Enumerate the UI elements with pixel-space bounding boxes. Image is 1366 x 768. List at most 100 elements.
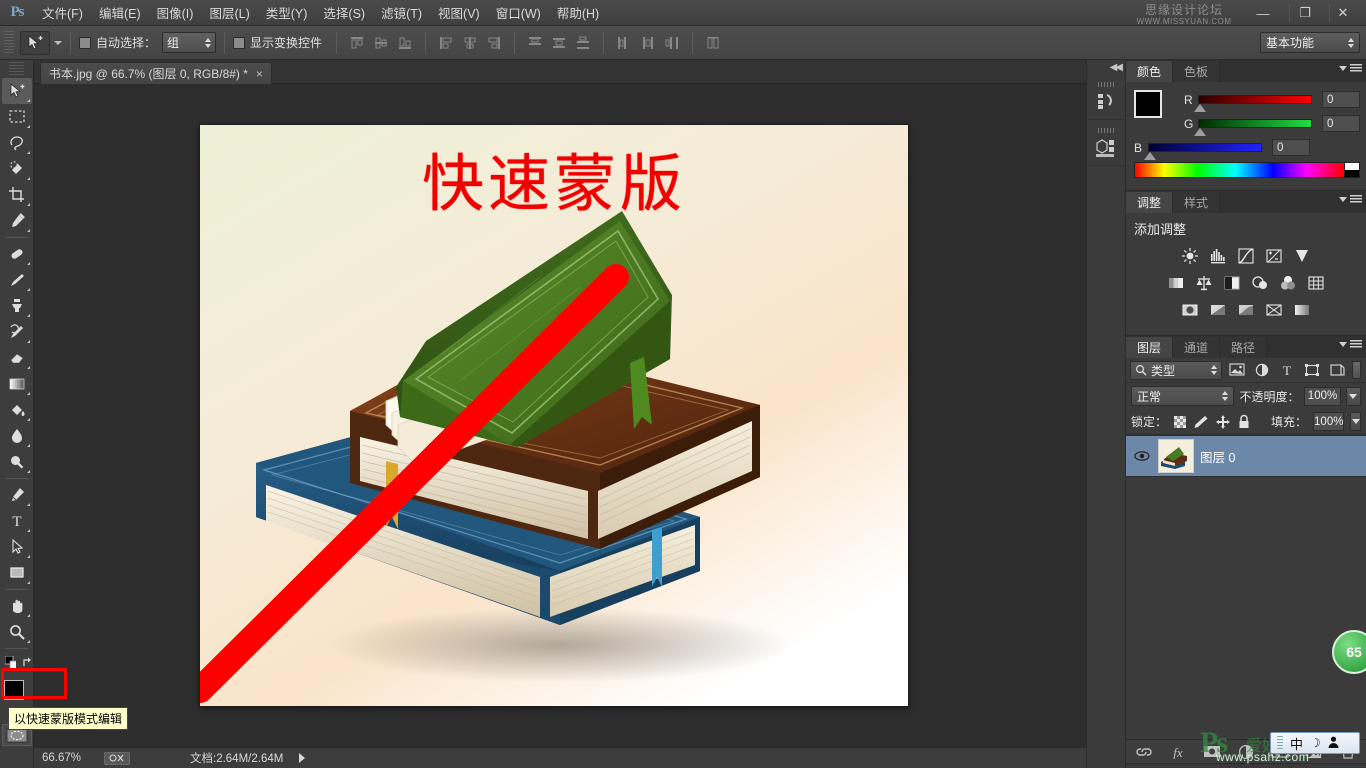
window-minimize-button[interactable]: — <box>1248 0 1278 26</box>
gradient-map-icon[interactable] <box>1263 300 1285 320</box>
distribute-vertical-center-icon[interactable] <box>548 32 570 54</box>
hand-tool[interactable] <box>2 593 32 619</box>
green-slider-thumb[interactable] <box>1194 128 1206 136</box>
green-value-field[interactable]: 0 <box>1322 115 1360 132</box>
distribute-bottom-icon[interactable] <box>572 32 594 54</box>
spectrum-white-black-swatch[interactable] <box>1345 162 1360 178</box>
spot-healing-brush-tool[interactable] <box>2 241 32 267</box>
show-transform-controls-checkbox[interactable] <box>233 36 246 49</box>
menu-file[interactable]: 文件(F) <box>34 0 91 26</box>
green-slider[interactable] <box>1194 119 1312 136</box>
curves-icon[interactable] <box>1235 246 1257 266</box>
zoom-tool[interactable] <box>2 619 32 645</box>
layer-name[interactable]: 图层 0 <box>1200 447 1235 466</box>
ime-language-bar[interactable]: 中 ☽ <box>1270 732 1360 754</box>
threshold-icon[interactable] <box>1235 300 1257 320</box>
distribute-right-icon[interactable] <box>661 32 683 54</box>
channel-mixer-icon[interactable] <box>1277 273 1299 293</box>
lock-all-icon[interactable] <box>1237 413 1251 431</box>
quick-selection-tool[interactable] <box>2 156 32 182</box>
align-horizontal-centers-icon[interactable] <box>459 32 481 54</box>
add-layer-mask-icon[interactable] <box>1203 743 1221 761</box>
color-balance-icon[interactable] <box>1193 273 1215 293</box>
color-lookup-icon[interactable] <box>1305 273 1327 293</box>
eyedropper-tool[interactable] <box>2 208 32 234</box>
brush-tool[interactable] <box>2 267 32 293</box>
auto-align-layers-icon[interactable] <box>702 32 724 54</box>
dodge-tool[interactable] <box>2 449 32 475</box>
layer-filter-toggle-switch[interactable] <box>1352 361 1361 379</box>
opacity-stepper-button[interactable] <box>1345 386 1361 406</box>
blue-slider-thumb[interactable] <box>1144 152 1156 160</box>
filter-adjustment-icon[interactable] <box>1252 361 1272 380</box>
align-bottom-edges-icon[interactable] <box>394 32 416 54</box>
current-tool-icon[interactable] <box>20 30 50 55</box>
align-left-edges-icon[interactable] <box>435 32 457 54</box>
align-vertical-centers-icon[interactable] <box>370 32 392 54</box>
layer-row-0[interactable]: 图层 0 <box>1126 435 1366 477</box>
posterize-icon[interactable] <box>1207 300 1229 320</box>
black-white-icon[interactable] <box>1221 273 1243 293</box>
tab-styles[interactable]: 样式 <box>1173 192 1221 213</box>
paint-bucket-tool[interactable] <box>2 397 32 423</box>
blue-slider[interactable] <box>1144 143 1262 160</box>
workspace-selector[interactable]: 基本功能 <box>1260 32 1360 53</box>
rectangular-marquee-tool[interactable] <box>2 104 32 130</box>
adjustments-panel-menu-button[interactable] <box>1339 195 1362 204</box>
filter-shape-icon[interactable] <box>1302 361 1322 380</box>
tab-channels[interactable]: 通道 <box>1173 337 1221 358</box>
move-tool[interactable] <box>2 78 32 104</box>
menu-window[interactable]: 窗口(W) <box>488 0 549 26</box>
collapse-panels-button[interactable]: ◀◀ <box>1087 60 1125 74</box>
hue-saturation-icon[interactable] <box>1165 273 1187 293</box>
ime-grip[interactable] <box>1277 736 1283 750</box>
history-panel-button[interactable] <box>1087 74 1125 120</box>
zoom-level-field[interactable]: 66.67% <box>42 752 94 764</box>
vibrance-icon[interactable] <box>1291 246 1313 266</box>
lock-image-pixels-icon[interactable] <box>1193 413 1209 431</box>
path-selection-tool[interactable] <box>2 534 32 560</box>
tab-color[interactable]: 颜色 <box>1126 61 1174 82</box>
canvas-area[interactable]: 快速蒙版 <box>34 84 1086 747</box>
menu-layer[interactable]: 图层(L) <box>201 0 257 26</box>
history-brush-tool[interactable] <box>2 319 32 345</box>
window-maximize-button[interactable]: ❐ <box>1290 0 1320 26</box>
brightness-contrast-icon[interactable] <box>1179 246 1201 266</box>
swap-colors-icon[interactable] <box>22 656 33 669</box>
status-expand-arrow-icon[interactable] <box>299 753 306 763</box>
layers-panel-menu-button[interactable] <box>1339 340 1362 349</box>
distribute-top-icon[interactable] <box>524 32 546 54</box>
red-value-field[interactable]: 0 <box>1322 91 1360 108</box>
filter-pixel-icon[interactable] <box>1227 361 1247 380</box>
fill-value-field[interactable]: 100% <box>1313 412 1345 431</box>
layer-style-fx-icon[interactable]: fx <box>1169 743 1187 761</box>
close-icon[interactable]: × <box>256 67 263 81</box>
document-tab[interactable]: 书本.jpg @ 66.7% (图层 0, RGB/8#) * × <box>40 62 272 84</box>
auto-select-checkbox[interactable] <box>79 36 91 49</box>
filter-type-icon[interactable]: T <box>1277 361 1297 380</box>
layer-filter-type-dropdown[interactable]: 类型 <box>1130 360 1222 380</box>
red-slider-thumb[interactable] <box>1194 104 1206 112</box>
horizontal-type-tool[interactable]: T <box>2 508 32 534</box>
tool-preset-chevron-icon[interactable] <box>54 40 62 45</box>
blend-mode-dropdown[interactable]: 正常 <box>1131 386 1235 406</box>
selective-color-icon[interactable] <box>1291 300 1313 320</box>
distribute-horizontal-center-icon[interactable] <box>637 32 659 54</box>
menu-type[interactable]: 类型(Y) <box>258 0 316 26</box>
filter-smartobject-icon[interactable] <box>1327 361 1347 380</box>
options-bar-grip[interactable] <box>4 30 14 55</box>
menu-help[interactable]: 帮助(H) <box>549 0 607 26</box>
blue-value-field[interactable]: 0 <box>1272 139 1310 156</box>
pen-tool[interactable] <box>2 482 32 508</box>
lock-transparent-pixels-icon[interactable] <box>1173 413 1187 431</box>
blur-tool[interactable] <box>2 423 32 449</box>
lasso-tool[interactable] <box>2 130 32 156</box>
layer-thumbnail[interactable] <box>1158 439 1194 473</box>
color-panel-menu-button[interactable] <box>1339 64 1362 73</box>
default-colors-icon[interactable] <box>5 655 16 669</box>
layers-list-empty-area[interactable] <box>1126 477 1366 744</box>
fill-stepper-button[interactable] <box>1350 412 1361 431</box>
menu-view[interactable]: 视图(V) <box>430 0 488 26</box>
photo-filter-icon[interactable] <box>1249 273 1271 293</box>
toolbar-grip[interactable] <box>9 62 24 76</box>
